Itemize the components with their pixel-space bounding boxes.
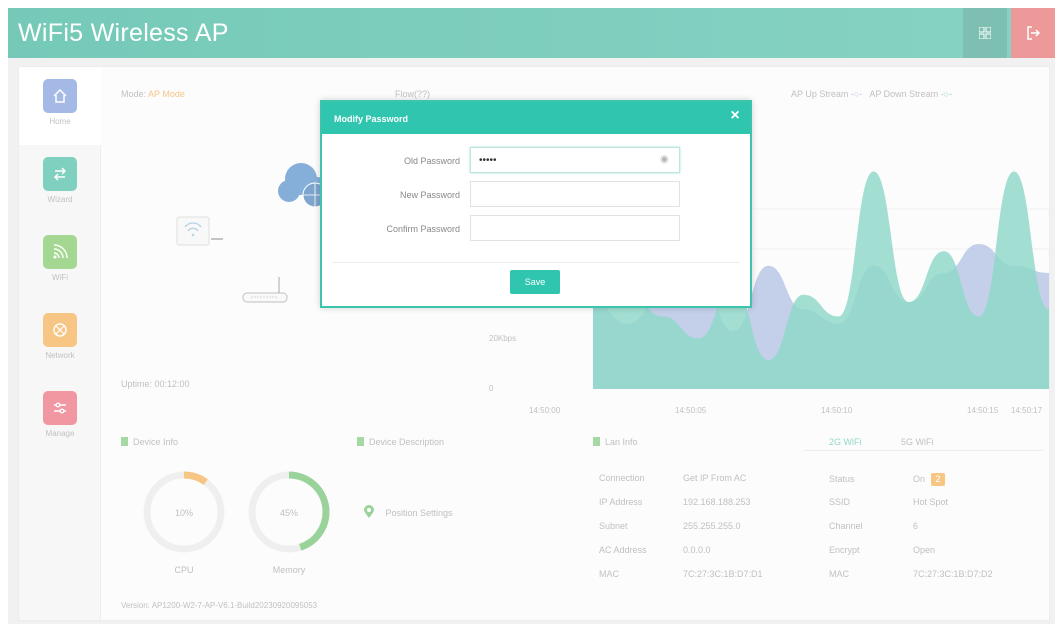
old-password-row: Old Password ◉ xyxy=(322,147,754,173)
old-password-input[interactable] xyxy=(470,147,680,173)
new-password-label: New Password xyxy=(399,190,460,200)
close-icon[interactable]: × xyxy=(726,107,744,125)
new-password-input[interactable] xyxy=(470,181,680,207)
save-button[interactable]: Save xyxy=(510,270,560,294)
dialog-divider xyxy=(332,262,740,263)
dialog-title: Modify Password xyxy=(334,114,409,124)
modal-overlay xyxy=(0,0,1055,624)
confirm-password-label: Confirm Password xyxy=(386,224,460,234)
new-password-row: New Password xyxy=(322,181,754,207)
old-password-label: Old Password xyxy=(403,156,460,166)
confirm-password-row: Confirm Password xyxy=(322,215,754,241)
confirm-password-input[interactable] xyxy=(470,215,680,241)
modify-password-dialog: Modify Password × Old Password ◉ New Pas… xyxy=(320,100,752,308)
eye-icon[interactable]: ◉ xyxy=(660,154,669,165)
dialog-header: Modify Password × xyxy=(322,102,750,134)
